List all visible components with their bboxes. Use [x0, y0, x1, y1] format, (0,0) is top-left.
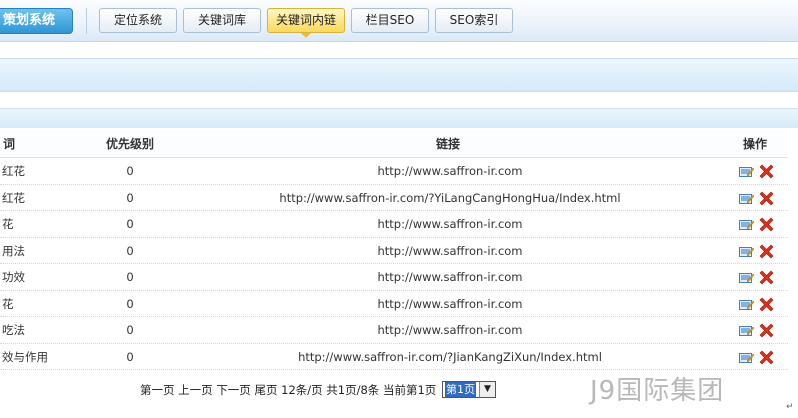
current-page-text: 当前第1页 [382, 383, 437, 397]
cell-link: http://www.saffron-ir.com/?JianKangZiXun… [298, 349, 602, 364]
cell-priority: 0 [126, 217, 134, 231]
toolbar-band [0, 58, 798, 92]
table-row: 红花 0 http://www.saffron-ir.com/?YiLangCang… [0, 185, 788, 211]
page-select[interactable]: 第1页 ▼ [441, 381, 496, 398]
table-row: 花 0 http://www.saffron-ir.com [0, 291, 788, 317]
edit-icon[interactable] [739, 271, 754, 284]
cell-word: 花 [2, 296, 14, 311]
row-actions [739, 217, 779, 233]
cell-link: http://www.saffron-ir.com [377, 270, 523, 284]
cell-priority: 0 [126, 164, 134, 178]
row-actions [739, 244, 779, 260]
delete-icon[interactable] [759, 350, 774, 365]
cell-word: 吃法 [2, 323, 25, 337]
delete-icon[interactable] [759, 323, 774, 338]
pagination: 第一页 上一页 下一页 尾页 12条/页 共1页/8条 当前第1页 第1页 ▼ [140, 381, 496, 401]
table-row: 花 0 http://www.saffron-ir.com [0, 211, 788, 238]
tab-keyword-library[interactable]: 关键词库 [183, 8, 261, 33]
cell-word: 花 [2, 217, 14, 231]
section-band [0, 108, 798, 128]
keyword-link-table: 词 优先级别 链接 操作 红花 0 http://www.saffron-ir.co… [0, 130, 788, 370]
edit-icon[interactable] [739, 324, 754, 337]
nav-divider [86, 8, 87, 34]
prev-page-link[interactable]: 上一页 [178, 381, 213, 399]
table-row: 用法 0 http://www.saffron-ir.com [0, 238, 788, 264]
edit-icon[interactable] [739, 165, 754, 178]
top-nav: 策划系统 定位系统 关键词库 关键词内链 栏目SEO SEO索引 [0, 0, 798, 42]
edit-icon[interactable] [739, 245, 754, 258]
header-word: 词 [3, 137, 16, 151]
tab-positioning-system[interactable]: 定位系统 [99, 8, 177, 33]
table-row: 功效 0 http://www.saffron-ir.com [0, 264, 788, 291]
delete-icon[interactable] [759, 244, 774, 259]
cell-priority: 0 [126, 323, 134, 337]
tab-keyword-internal-links[interactable]: 关键词内链 [267, 8, 345, 38]
total-text: 共1页/8条 [326, 383, 380, 397]
last-page-link[interactable]: 尾页 [254, 381, 277, 399]
row-actions [739, 191, 779, 207]
first-page-link[interactable]: 第一页 [140, 381, 175, 399]
per-page-text: 12条/页 [281, 383, 323, 397]
cell-priority: 0 [126, 190, 134, 205]
edit-icon[interactable] [739, 351, 754, 364]
table-row: 吃法 0 http://www.saffron-ir.com [0, 317, 788, 344]
row-actions [739, 350, 779, 366]
header-link: 链接 [436, 137, 461, 151]
page-select-value: 第1页 [444, 382, 476, 397]
cell-priority: 0 [126, 296, 134, 311]
cell-word: 功效 [2, 270, 25, 284]
delete-icon[interactable] [759, 164, 774, 179]
header-operations: 操作 [743, 137, 768, 151]
cell-word: 用法 [2, 243, 25, 258]
table-header: 词 优先级别 链接 操作 [0, 130, 788, 158]
cell-word: 红花 [2, 190, 25, 205]
delete-icon[interactable] [759, 270, 774, 285]
edit-icon[interactable] [739, 298, 754, 311]
system-brand: 策划系统 [0, 8, 73, 34]
edit-icon[interactable] [739, 192, 754, 205]
cell-word: 效与作用 [2, 349, 48, 364]
cell-link: http://www.saffron-ir.com/?YiLangCangHon… [279, 190, 621, 205]
cell-link: http://www.saffron-ir.com [377, 164, 523, 178]
cell-link: http://www.saffron-ir.com [377, 243, 523, 258]
cell-priority: 0 [126, 349, 134, 364]
delete-icon[interactable] [759, 217, 774, 232]
row-actions [739, 164, 779, 180]
next-page-link[interactable]: 下一页 [216, 381, 251, 399]
tab-column-seo[interactable]: 栏目SEO [351, 8, 429, 33]
row-actions [739, 270, 779, 286]
header-priority: 优先级别 [106, 137, 155, 151]
cell-link: http://www.saffron-ir.com [377, 323, 523, 337]
cell-word: 红花 [2, 164, 25, 178]
tab-seo-index[interactable]: SEO索引 [435, 8, 513, 33]
cell-priority: 0 [126, 243, 134, 258]
delete-icon[interactable] [759, 191, 774, 206]
chevron-down-icon: ▼ [478, 382, 495, 397]
delete-icon[interactable] [759, 297, 774, 312]
row-actions [739, 323, 779, 339]
table-row: 效与作用 0 http://www.saffron-ir.com/?JianKang… [0, 344, 788, 370]
cell-link: http://www.saffron-ir.com [377, 217, 523, 231]
edit-icon[interactable] [739, 218, 754, 231]
row-actions [739, 297, 779, 313]
watermark: J9国际集团 [590, 376, 725, 406]
table-row: 红花 0 http://www.saffron-ir.com [0, 158, 788, 185]
carriage-return-mark: ↵ [786, 402, 794, 412]
cell-priority: 0 [126, 270, 134, 284]
cell-link: http://www.saffron-ir.com [377, 296, 523, 311]
